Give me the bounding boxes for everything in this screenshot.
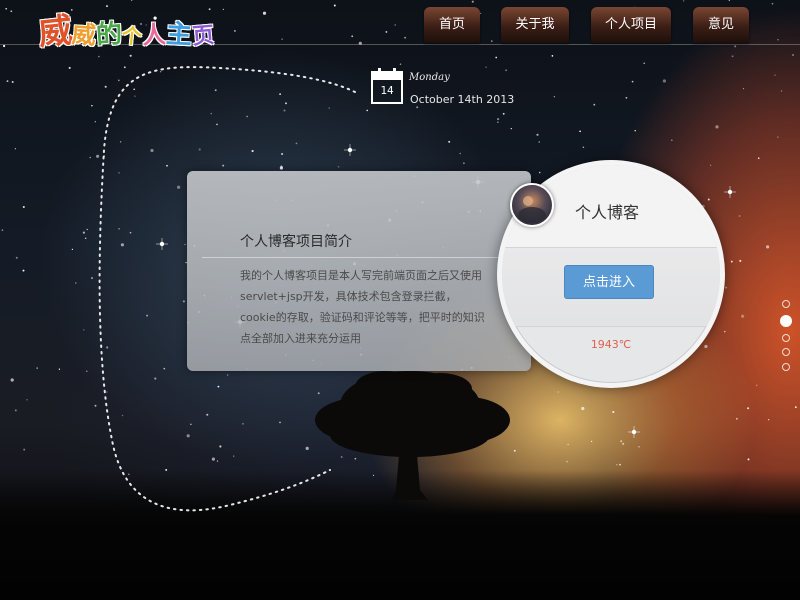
page: 威威的个人主页 首页 关于我 个人项目 意见 14 Monday October… bbox=[0, 0, 800, 600]
calendar-day-number: 14 bbox=[380, 84, 394, 97]
nav-item-home[interactable]: 首页 bbox=[424, 7, 480, 43]
top-header: 威威的个人主页 首页 关于我 个人项目 意见 bbox=[0, 0, 800, 54]
pager-dot[interactable] bbox=[782, 300, 790, 308]
enter-button[interactable]: 点击进入 bbox=[564, 265, 654, 299]
intro-divider bbox=[202, 257, 502, 258]
pager-dot[interactable] bbox=[782, 348, 790, 356]
pager-dot[interactable] bbox=[782, 334, 790, 342]
avatar[interactable] bbox=[510, 183, 554, 227]
intro-description: 我的个人博客项目是本人写完前端页面之后又使用servlet+jsp开发，具体技术… bbox=[240, 269, 485, 345]
nav-item-about[interactable]: 关于我 bbox=[501, 7, 569, 43]
date-full: October 14th 2013 bbox=[410, 93, 515, 106]
date-weekday: Monday bbox=[409, 72, 450, 83]
nav-item-projects[interactable]: 个人项目 bbox=[591, 7, 671, 43]
temperature-stat: 1943℃ bbox=[590, 338, 632, 351]
pager-dot[interactable] bbox=[782, 363, 790, 371]
intro-title: 个人博客项目简介 bbox=[240, 234, 352, 250]
pager-dot-active[interactable] bbox=[780, 315, 792, 327]
nav-item-feedback[interactable]: 意见 bbox=[693, 7, 749, 43]
main-nav: 首页 关于我 个人项目 意见 bbox=[0, 7, 800, 43]
avatar-image bbox=[512, 185, 552, 225]
blog-title: 个人博客 bbox=[575, 203, 640, 222]
